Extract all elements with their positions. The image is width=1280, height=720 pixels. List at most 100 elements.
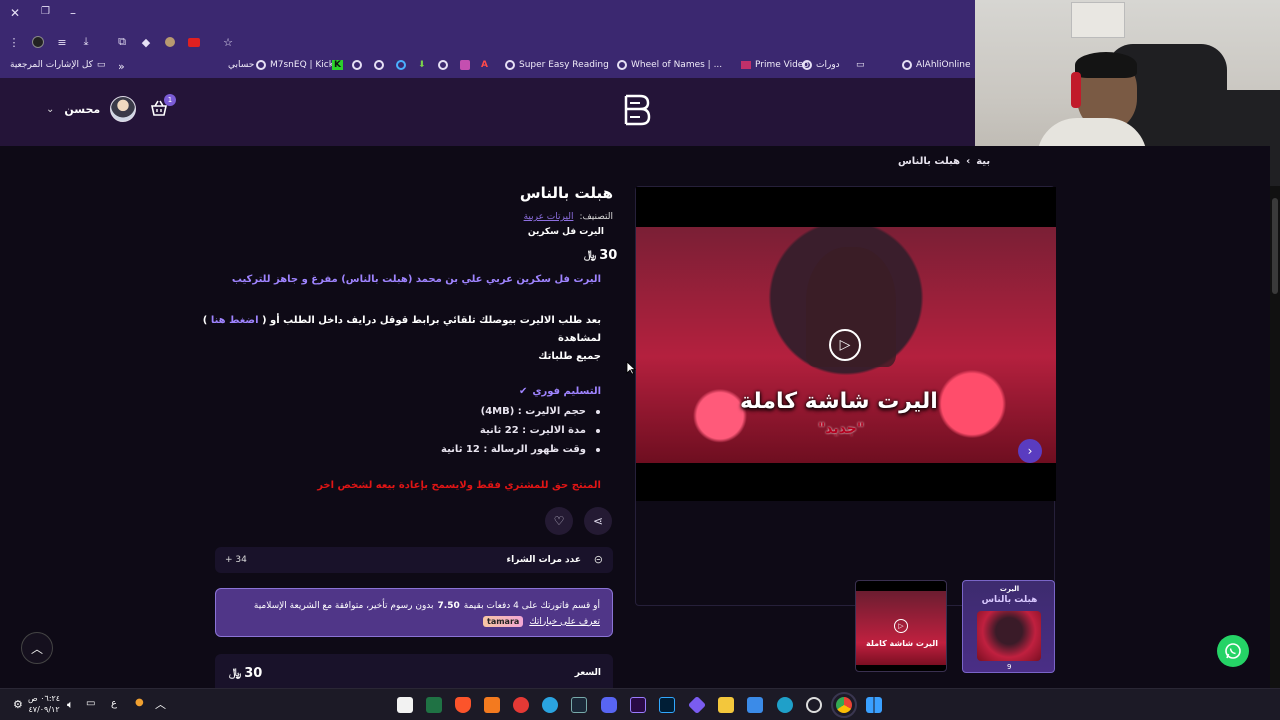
folder-icon[interactable]: ▭ xyxy=(856,60,865,70)
steam-icon[interactable] xyxy=(571,697,587,713)
app-a-icon[interactable] xyxy=(484,697,500,713)
user-name: محسن xyxy=(64,102,101,116)
bookmark-item[interactable]: حسابي xyxy=(228,60,254,70)
bookmark-item[interactable] xyxy=(374,60,384,70)
thumbnail-count: 9 xyxy=(1007,663,1012,671)
bookmark-item[interactable]: Super Easy Reading xyxy=(505,60,609,70)
tamara-options-link[interactable]: تعرف على خياراتك xyxy=(529,617,600,627)
download-green-icon[interactable]: ⬇ xyxy=(418,60,426,70)
bookmark-item[interactable] xyxy=(396,60,406,70)
next-slide-button[interactable]: › xyxy=(1018,439,1042,463)
restore-icon[interactable]: ❐ xyxy=(41,6,50,17)
share-icon: ⋖ xyxy=(592,514,604,528)
site-header: ⌄ محسن 1 xyxy=(0,78,975,146)
logo-icon xyxy=(624,94,651,126)
play-icon: ▷ xyxy=(894,619,908,633)
clock[interactable]: ٠٦:٢٤ ص ٤٧/٠٩/١٢ xyxy=(28,693,60,715)
media-panel: ▷ اليرت شاشة كاملة "جديد" › xyxy=(635,186,1056,606)
purchases-label: عدد مرات الشراء xyxy=(506,555,581,565)
all-bookmarks-item[interactable]: كل الإشارات المرجعية ▭ xyxy=(10,60,105,70)
kick-icon[interactable]: K xyxy=(332,60,343,70)
product-page: بية › هبلت بالناس ▷ اليرت شاشة كاملة "جد… xyxy=(0,146,1270,694)
edge-icon[interactable] xyxy=(777,697,793,713)
orders-link[interactable]: اضغط هنا xyxy=(211,315,259,326)
extensions-puzzle-icon[interactable]: ⧉ xyxy=(114,34,130,50)
chevron-left-icon: › xyxy=(966,156,971,167)
bookmark-item[interactable] xyxy=(352,60,362,70)
globe-icon xyxy=(505,60,515,70)
browser-title-bar: ✕ ❐ – xyxy=(0,0,975,28)
spec-item: وقت ظهور الرسالة : 12 ثانية xyxy=(441,444,600,455)
network-icon[interactable]: ▭ xyxy=(86,698,95,709)
file-explorer-icon[interactable] xyxy=(718,697,734,713)
brave-icon[interactable] xyxy=(455,697,471,713)
whatsapp-button[interactable] xyxy=(1217,635,1249,667)
scroll-top-button[interactable]: ︿ xyxy=(21,632,53,664)
breadcrumb-current: هبلت بالناس xyxy=(898,156,961,167)
product-instructions: بعد طلب الاليرت بيوصلك تلقائي برابط قوقل… xyxy=(202,315,601,362)
language-indicator[interactable]: ع xyxy=(111,698,117,709)
riyal-icon: ﷼ xyxy=(584,248,597,261)
resale-warning: المنتج حق للمشتري فقط ولايسمح بإعادة بيع… xyxy=(317,480,601,491)
app-outline-icon[interactable] xyxy=(806,697,822,713)
clapper-app-icon[interactable] xyxy=(397,697,413,713)
extension-icon[interactable] xyxy=(30,34,46,50)
thumbnail-caption: اليرت شاشة كاملة xyxy=(866,639,938,648)
product-description: اليرت فل سكرين عربي علي بن محمد (هبلت با… xyxy=(231,274,601,285)
user-menu[interactable]: ⌄ محسن xyxy=(46,96,137,122)
store-icon[interactable] xyxy=(747,697,763,713)
play-icon[interactable]: ▷ xyxy=(829,329,861,361)
extension-icon[interactable]: ◆ xyxy=(138,34,154,50)
cart-count-badge: 1 xyxy=(164,94,176,106)
notification-icon[interactable]: ⚙ xyxy=(13,698,23,711)
bookmark-app-icon[interactable] xyxy=(460,60,470,70)
star-icon[interactable]: ☆ xyxy=(220,34,236,50)
scrollbar-thumb[interactable] xyxy=(1272,198,1278,294)
bookmark-a-icon[interactable]: A xyxy=(481,60,488,70)
breadcrumb-parent[interactable]: بية xyxy=(976,156,990,167)
thumbnail-2[interactable]: اليرت هبلت بالناس 9 xyxy=(962,580,1055,673)
tray-chevron-icon[interactable]: ︿ xyxy=(155,696,166,712)
discord-icon[interactable] xyxy=(601,697,617,713)
globe-icon xyxy=(902,60,912,70)
more-bookmarks-icon[interactable]: » xyxy=(118,60,125,73)
microphone-icon[interactable]: ● xyxy=(135,697,144,708)
bookmark-item[interactable]: Wheel of Names | ... xyxy=(617,60,722,70)
close-icon[interactable]: ✕ xyxy=(10,6,20,20)
share-button[interactable]: ⋖ xyxy=(584,507,612,535)
spec-list: حجم الاليرت : (4MB) مدة الاليرت : 22 ثان… xyxy=(441,406,600,463)
thumbnail-1[interactable]: ▷ اليرت شاشة كاملة xyxy=(855,580,947,672)
thumbnail-title: هبلت بالناس xyxy=(981,595,1038,605)
excel-icon[interactable] xyxy=(426,697,442,713)
purchases-value: + 34 xyxy=(225,555,247,565)
product-price: 30 ﷼ xyxy=(584,248,618,263)
page-scrollbar[interactable] xyxy=(1270,186,1280,688)
globe-icon xyxy=(374,60,384,70)
cart-button[interactable]: 1 xyxy=(150,94,176,120)
photoshop-icon[interactable] xyxy=(659,697,675,713)
delivery-row: التسليم فوري ✔ xyxy=(518,386,601,397)
video-player[interactable]: ▷ اليرت شاشة كاملة "جديد" › xyxy=(636,187,1056,501)
site-logo[interactable] xyxy=(622,92,652,128)
chrome-icon[interactable] xyxy=(831,692,857,718)
windows-start-icon[interactable] xyxy=(866,697,882,713)
wishlist-button[interactable]: ♡ xyxy=(545,507,573,535)
youtube-icon[interactable] xyxy=(186,34,202,50)
app-red-icon[interactable] xyxy=(513,697,529,713)
playlist-icon[interactable]: ≡ xyxy=(54,34,70,50)
globe-icon xyxy=(617,60,627,70)
bookmark-item[interactable]: Prime Video xyxy=(741,60,809,70)
bookmark-item[interactable]: M7snEQ | Kick xyxy=(256,60,334,70)
extension-icon[interactable] xyxy=(162,34,178,50)
premiere-icon[interactable] xyxy=(630,697,646,713)
app-purple-icon[interactable] xyxy=(687,695,707,715)
bookmark-item[interactable] xyxy=(438,60,448,70)
telegram-icon[interactable] xyxy=(542,697,558,713)
category-link[interactable]: اليرتات عربية xyxy=(524,212,574,222)
download-icon[interactable]: ⤓ xyxy=(78,34,94,50)
minimize-icon[interactable]: – xyxy=(70,6,76,20)
volume-icon[interactable]: 🔈︎ xyxy=(67,698,74,712)
bookmark-item[interactable]: AlAhliOnline xyxy=(902,60,971,70)
chevron-down-icon: ⌄ xyxy=(46,103,55,115)
menu-icon[interactable]: ⋮ xyxy=(6,34,22,50)
